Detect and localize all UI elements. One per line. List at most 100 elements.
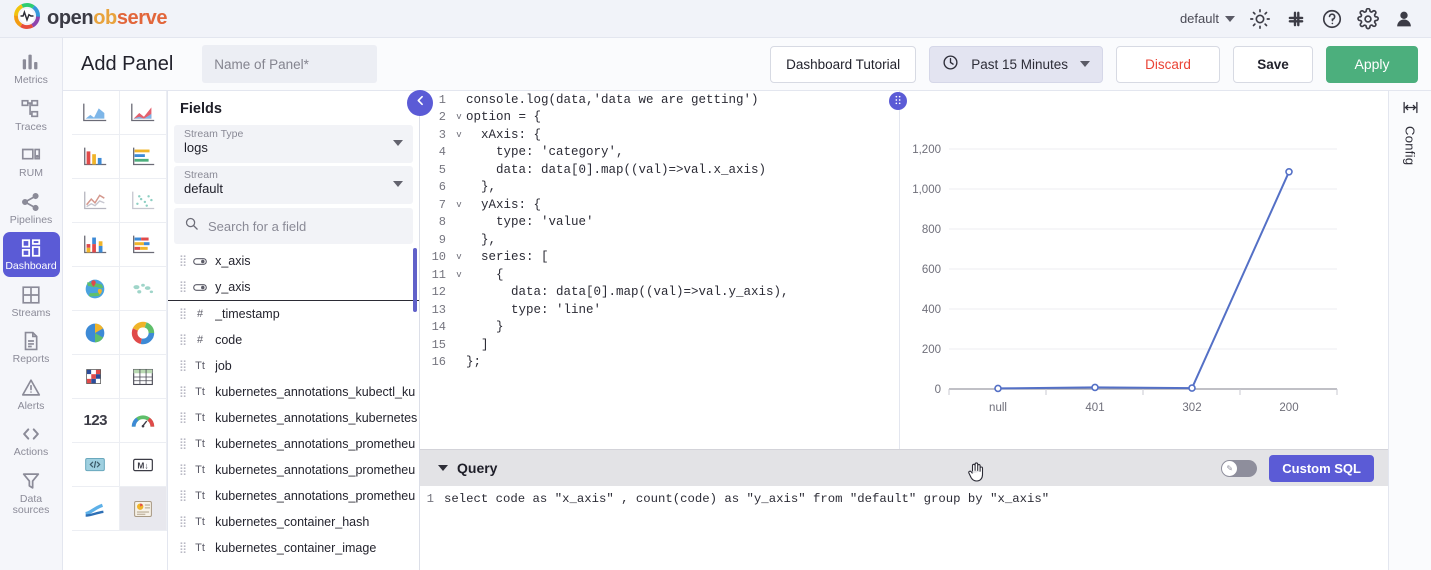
stream-type-select[interactable]: Stream Type logs [174, 125, 413, 163]
sidebar-item-traces[interactable]: Traces [3, 93, 60, 138]
sidebar-item-metrics[interactable]: Metrics [3, 46, 60, 91]
drag-handle-icon[interactable]: ⣿ [179, 438, 187, 449]
help-icon[interactable] [1321, 8, 1343, 30]
drag-handle-icon[interactable]: ⣿ [179, 281, 187, 292]
list-item[interactable]: ⣿ Tt kubernetes_annotations_kubectl_ku [168, 379, 419, 405]
openobserve-logo-icon [14, 3, 40, 34]
y-tick-label: 0 [935, 384, 941, 396]
drag-handle-icon[interactable]: ⣿ [179, 255, 187, 266]
horizontal-bar-chart-icon[interactable] [119, 135, 167, 179]
sankey-icon[interactable] [72, 487, 120, 531]
metrics-icon [20, 51, 42, 73]
brightness-icon[interactable] [1249, 8, 1271, 30]
line-chart: 1,200 1,000 800 600 400 200 0 null 401 3… [912, 144, 1338, 414]
custom-chart-code-editor[interactable]: 1 console.log(data,'data we are getting'… [420, 91, 900, 449]
sidebar-item-alerts[interactable]: Alerts [3, 372, 60, 417]
time-range-label: Past 15 Minutes [971, 56, 1068, 72]
brand-title: openobserve [47, 7, 168, 30]
apply-button[interactable]: Apply [1326, 45, 1418, 83]
sidebar-item-reports[interactable]: Reports [3, 325, 60, 370]
drag-handle-icon[interactable]: ⣿ [179, 334, 187, 345]
bar-chart-icon[interactable] [72, 135, 120, 179]
code-line: 4 type: 'category', [420, 144, 899, 162]
collapse-fields-panel-button[interactable] [407, 90, 433, 116]
fold-marker[interactable]: v [452, 200, 466, 210]
stream-select[interactable]: Stream default [174, 166, 413, 204]
drag-handle-icon[interactable]: ⣿ [179, 412, 187, 423]
table-icon[interactable] [119, 355, 167, 399]
line-chart-icon[interactable] [72, 179, 120, 223]
discard-button[interactable]: Discard [1116, 45, 1220, 83]
list-item[interactable]: ⣿ Tt kubernetes_annotations_prometheu [168, 457, 419, 483]
stacked-horizontal-bar-icon[interactable] [119, 223, 167, 267]
caret-down-icon[interactable] [438, 465, 448, 471]
fold-marker[interactable]: v [452, 112, 466, 122]
world-map-icon[interactable] [119, 267, 167, 311]
field-item-job[interactable]: ⣿ Tt job [168, 353, 419, 379]
drag-handle-icon[interactable]: ⣿ [179, 360, 187, 371]
list-item[interactable]: ⣿ Tt kubernetes_annotations_prometheu [168, 431, 419, 457]
markdown-icon[interactable]: M↓ [119, 443, 167, 487]
fold-marker[interactable]: v [452, 252, 466, 262]
config-panel-toggle[interactable]: Config [1388, 91, 1431, 570]
field-item-code[interactable]: ⣿ # code [168, 327, 419, 353]
save-button[interactable]: Save [1233, 45, 1313, 83]
scatter-chart-icon[interactable] [119, 179, 167, 223]
custom-sql-button[interactable]: Custom SQL [1269, 454, 1374, 482]
fold-marker[interactable]: v [452, 130, 466, 140]
gear-icon[interactable] [1357, 7, 1379, 30]
html-code-icon[interactable] [72, 443, 120, 487]
pie-chart-icon[interactable] [72, 311, 120, 355]
line-number: 13 [431, 302, 446, 317]
sidebar-item-rum[interactable]: RUM [3, 139, 60, 184]
field-item-x-axis[interactable]: ⣿ x_axis [168, 248, 419, 274]
field-name: _timestamp [215, 307, 280, 321]
custom-sql-toggle[interactable]: ✎ [1221, 459, 1258, 477]
field-list-scrollbar[interactable] [413, 248, 417, 312]
line-number: 10 [431, 250, 446, 265]
x-tick-label: 200 [1279, 402, 1298, 414]
geomap-icon[interactable] [72, 267, 120, 311]
stacked-bar-chart-icon[interactable] [72, 223, 120, 267]
panel-name-input[interactable] [202, 45, 378, 83]
sidebar-item-pipelines[interactable]: Pipelines [3, 186, 60, 231]
sidebar-item-streams[interactable]: Streams [3, 279, 60, 324]
drag-handle-icon[interactable]: ⣿ [179, 516, 187, 527]
metric-number-icon[interactable]: 123 [72, 399, 120, 443]
editor-chart-splitter-handle[interactable] [889, 92, 907, 110]
drag-handle-icon[interactable]: ⣿ [179, 464, 187, 475]
field-item-timestamp[interactable]: ⣿ # _timestamp [168, 301, 419, 327]
list-item[interactable]: ⣿ Tt kubernetes_annotations_kubernetes [168, 405, 419, 431]
gauge-icon[interactable] [119, 399, 167, 443]
chart-preview[interactable]: 1,200 1,000 800 600 400 200 0 null 401 3… [901, 91, 1388, 449]
data-sources-icon [20, 470, 42, 492]
sql-query-editor[interactable]: 1 select code as "x_axis" , count(code) … [420, 486, 1388, 570]
organization-selector[interactable]: default [1180, 11, 1235, 26]
drag-handle-icon[interactable]: ⣿ [179, 490, 187, 501]
list-item[interactable]: ⣿ Tt kubernetes_container_hash [168, 509, 419, 535]
drag-handle-icon[interactable]: ⣿ [179, 386, 187, 397]
query-section-header: Query ✎ Custom SQL [420, 449, 1388, 486]
field-search-input[interactable]: Search for a field [174, 208, 413, 244]
drag-handle-icon[interactable]: ⣿ [179, 542, 187, 553]
heatmap-icon[interactable] [72, 355, 120, 399]
line-number: 3 [438, 127, 446, 142]
list-item[interactable]: ⣿ Tt kubernetes_container_image [168, 535, 419, 561]
fold-marker[interactable]: v [452, 270, 466, 280]
y-tick-label: 400 [922, 304, 941, 316]
sidebar-item-actions[interactable]: Actions [3, 418, 60, 463]
sidebar-item-dashboard[interactable]: Dashboard [2, 232, 60, 277]
time-range-selector[interactable]: Past 15 Minutes [929, 45, 1103, 83]
custom-chart-icon[interactable] [119, 487, 167, 531]
dashboard-tutorial-button[interactable]: Dashboard Tutorial [770, 45, 917, 83]
field-item-y-axis[interactable]: ⣿ y_axis [168, 274, 419, 300]
drag-handle-icon[interactable]: ⣿ [179, 308, 187, 319]
user-icon[interactable] [1393, 8, 1415, 30]
brand-logo-group[interactable]: openobserve [14, 3, 168, 34]
list-item[interactable]: ⣿ Tt kubernetes_annotations_prometheu [168, 483, 419, 509]
donut-chart-icon[interactable] [119, 311, 167, 355]
area-chart-icon[interactable] [72, 91, 120, 135]
slack-icon[interactable] [1285, 8, 1307, 30]
stacked-area-chart-icon[interactable] [119, 91, 167, 135]
sidebar-item-data-sources[interactable]: Data sources [3, 465, 60, 521]
